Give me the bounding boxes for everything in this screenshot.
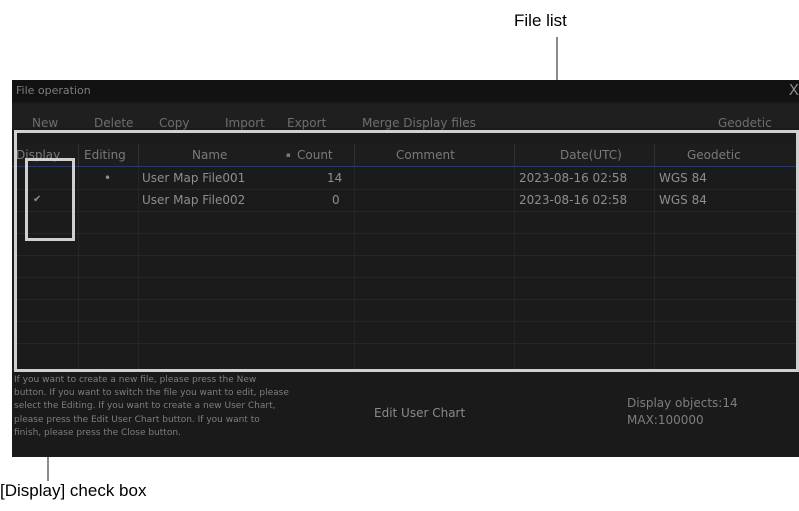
title-bar: File operation X bbox=[12, 80, 799, 102]
max-objects: MAX:100000 bbox=[627, 413, 704, 427]
toolbar: New Delete Copy Import Export Merge Disp… bbox=[12, 104, 799, 131]
help-text: If you want to create a new file, please… bbox=[14, 374, 359, 440]
delete-button[interactable]: Delete bbox=[94, 117, 134, 131]
display-checkbox-highlight bbox=[25, 158, 75, 241]
help-line: If you want to create a new file, please… bbox=[14, 375, 257, 385]
status-panel: If you want to create a new file, please… bbox=[12, 369, 799, 457]
help-line: button. If you want to switch the file y… bbox=[14, 388, 289, 399]
close-icon[interactable]: X bbox=[789, 81, 799, 99]
geodetic-button[interactable]: Geodetic bbox=[718, 117, 772, 130]
merge-display-files-button[interactable]: Merge Display files bbox=[362, 117, 476, 131]
help-line: finish, please press the Close button. bbox=[14, 427, 181, 438]
window-title: File operation bbox=[16, 84, 91, 97]
export-button[interactable]: Export bbox=[287, 117, 327, 131]
new-button[interactable]: New bbox=[32, 117, 58, 130]
display-checkbox-callout-label: [Display] check box bbox=[0, 481, 147, 500]
object-count: Display objects:14 MAX:100000 bbox=[627, 395, 738, 429]
help-line: please press the Edit User Chart button.… bbox=[14, 414, 260, 425]
import-button[interactable]: Import bbox=[225, 117, 265, 131]
file-list-callout-label: File list bbox=[514, 11, 567, 30]
edit-user-chart-button[interactable]: Edit User Chart bbox=[374, 406, 465, 420]
display-objects-count: Display objects:14 bbox=[627, 396, 738, 410]
help-line: select the Editing. If you want to creat… bbox=[14, 401, 276, 412]
copy-button[interactable]: Copy bbox=[159, 117, 190, 131]
file-list-highlight bbox=[14, 130, 799, 372]
